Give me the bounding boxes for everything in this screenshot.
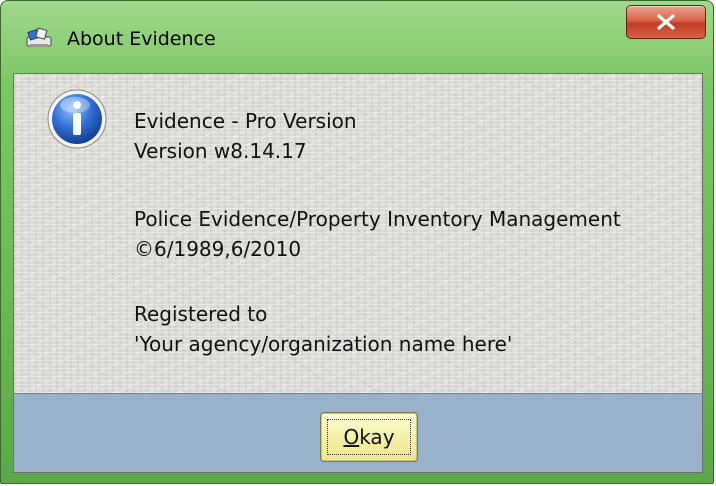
description-text: Police Evidence/Property Inventory Manag… [134,207,621,231]
evidence-app-icon [25,25,55,51]
description-info: Police Evidence/Property Inventory Manag… [134,204,621,264]
product-name: Evidence - Pro Version [134,109,357,133]
registration-info: Registered to 'Your agency/organization … [134,299,512,359]
about-content-panel: Evidence - Pro Version Version w8.14.17 … [13,73,703,393]
okay-focus-rect: Okay [327,419,411,455]
registered-label: Registered to [134,302,268,326]
about-dialog-window: About Evidence Evidence - Pro Version Ve… [0,0,714,484]
registered-name: 'Your agency/organization name here' [134,332,513,356]
product-info: Evidence - Pro Version Version w8.14.17 [134,106,357,166]
title-bar[interactable]: About Evidence [1,1,713,73]
okay-button[interactable]: Okay [320,412,418,462]
okay-accelerator: O [343,425,360,449]
window-title: About Evidence [67,28,216,50]
info-icon [46,88,108,150]
close-button[interactable] [626,5,706,39]
okay-label-rest: kay [359,425,395,449]
version-text: Version w8.14.17 [134,139,307,163]
copyright-text: ©6/1989,6/2010 [134,237,302,261]
close-icon [657,14,675,30]
button-footer: Okay [13,393,703,473]
